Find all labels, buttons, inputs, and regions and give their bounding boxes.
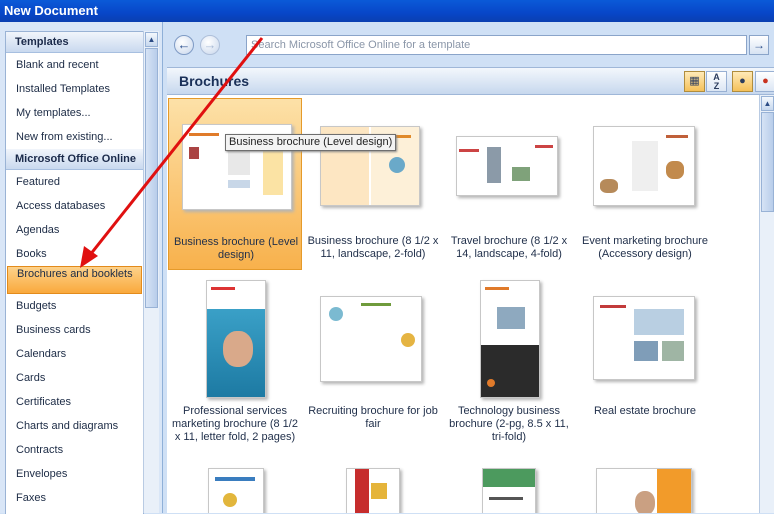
template-thumbnail: [346, 468, 400, 513]
category-list: Templates Blank and recent Installed Tem…: [5, 31, 144, 514]
category-agendas[interactable]: Agendas: [6, 218, 143, 242]
category-books[interactable]: Books: [6, 242, 143, 266]
template-label: Recruiting brochure for job fair: [308, 405, 438, 430]
template-label: Real estate brochure: [593, 405, 697, 417]
template-thumbnail: [596, 468, 692, 513]
template-thumbnail: [456, 136, 558, 196]
gallery-scrollbar[interactable]: ▲: [759, 95, 774, 513]
template-gallery: Business brochure (Level design) Busines…: [167, 95, 759, 513]
template-tile-business-brochure-level[interactable]: Business brochure (Level design): [168, 98, 302, 270]
user-remove-icon[interactable]: ●: [755, 71, 774, 92]
template-label: Travel brochure (8 1/2 x 14, landscape, …: [450, 235, 568, 260]
sort-az-icon[interactable]: AZ: [706, 71, 727, 92]
search-toolbar: ← → Search Microsoft Office Online for a…: [167, 31, 774, 61]
category-certificates[interactable]: Certificates: [6, 390, 143, 414]
category-scroll-thumb[interactable]: [145, 48, 158, 308]
template-tile-row3-2[interactable]: [306, 460, 440, 513]
category-access-databases[interactable]: Access databases: [6, 194, 143, 218]
gallery-scroll-thumb[interactable]: [761, 112, 774, 212]
template-label: Professional services marketing brochure…: [172, 405, 298, 443]
template-tooltip: Business brochure (Level design): [225, 134, 397, 151]
scroll-up-icon[interactable]: ▲: [761, 96, 774, 111]
template-tile-recruiting-brochure[interactable]: Recruiting brochure for job fair: [306, 278, 440, 454]
template-thumbnail: [206, 280, 266, 398]
template-thumbnail: [480, 280, 540, 398]
category-scrollbar[interactable]: ▲: [143, 31, 159, 513]
template-thumbnail: [320, 296, 422, 382]
template-tile-travel-brochure[interactable]: Travel brochure (8 1/2 x 14, landscape, …: [442, 98, 576, 270]
category-blank-and-recent[interactable]: Blank and recent: [6, 53, 143, 77]
template-search-input[interactable]: Search Microsoft Office Online for a tem…: [246, 35, 747, 55]
template-tile-event-marketing-brochure[interactable]: Event marketing brochure (Accessory desi…: [578, 98, 712, 270]
template-thumbnail: [593, 126, 695, 206]
template-thumbnail: [593, 296, 695, 380]
category-charts-and-diagrams[interactable]: Charts and diagrams: [6, 414, 143, 438]
category-cards[interactable]: Cards: [6, 366, 143, 390]
scroll-up-icon[interactable]: ▲: [145, 32, 158, 47]
category-calendars[interactable]: Calendars: [6, 342, 143, 366]
templates-section-header: Templates: [6, 32, 143, 53]
template-thumbnail: [482, 468, 536, 513]
large-icons-view-icon[interactable]: ▦: [684, 71, 705, 92]
template-tile-row3-3[interactable]: [442, 460, 576, 513]
category-installed-templates[interactable]: Installed Templates: [6, 77, 143, 101]
template-label: Business brochure (Level design): [173, 236, 299, 261]
user-icon[interactable]: ●: [732, 71, 753, 92]
category-contracts[interactable]: Contracts: [6, 438, 143, 462]
category-business-cards[interactable]: Business cards: [6, 318, 143, 342]
template-tile-real-estate-brochure[interactable]: Real estate brochure: [578, 278, 712, 454]
back-arrow-icon[interactable]: ←: [174, 35, 194, 55]
template-tile-row3-4[interactable]: [578, 460, 712, 513]
template-label: Technology business brochure (2-pg, 8.5 …: [449, 405, 569, 443]
category-my-templates[interactable]: My templates...: [6, 101, 143, 125]
template-tile-professional-services-brochure[interactable]: Professional services marketing brochure…: [168, 278, 302, 454]
window-title: New Document: [0, 0, 774, 22]
template-thumbnail: [208, 468, 264, 513]
category-envelopes[interactable]: Envelopes: [6, 462, 143, 486]
category-faxes[interactable]: Faxes: [6, 486, 143, 510]
category-featured[interactable]: Featured: [6, 170, 143, 194]
gallery-header: Brochures ▦ AZ ● ●: [167, 67, 774, 95]
template-label: Event marketing brochure (Accessory desi…: [582, 235, 708, 260]
category-brochures-and-booklets[interactable]: Brochures and booklets: [7, 266, 142, 294]
template-categories-pane: Templates Blank and recent Installed Tem…: [0, 22, 163, 514]
office-online-section-header: Microsoft Office Online: [6, 149, 143, 170]
template-label: Business brochure (8 1/2 x 11, landscape…: [307, 235, 439, 260]
gallery-title: Brochures: [179, 73, 250, 89]
category-budgets[interactable]: Budgets: [6, 294, 143, 318]
template-tile-row3-1[interactable]: [168, 460, 302, 513]
template-tile-business-brochure-2fold[interactable]: Business brochure (8 1/2 x 11, landscape…: [306, 98, 440, 270]
go-arrow-icon[interactable]: →: [749, 35, 769, 55]
forward-arrow-icon[interactable]: →: [200, 35, 220, 55]
category-new-from-existing[interactable]: New from existing...: [6, 125, 143, 149]
template-tile-technology-business-brochure[interactable]: Technology business brochure (2-pg, 8.5 …: [442, 278, 576, 454]
